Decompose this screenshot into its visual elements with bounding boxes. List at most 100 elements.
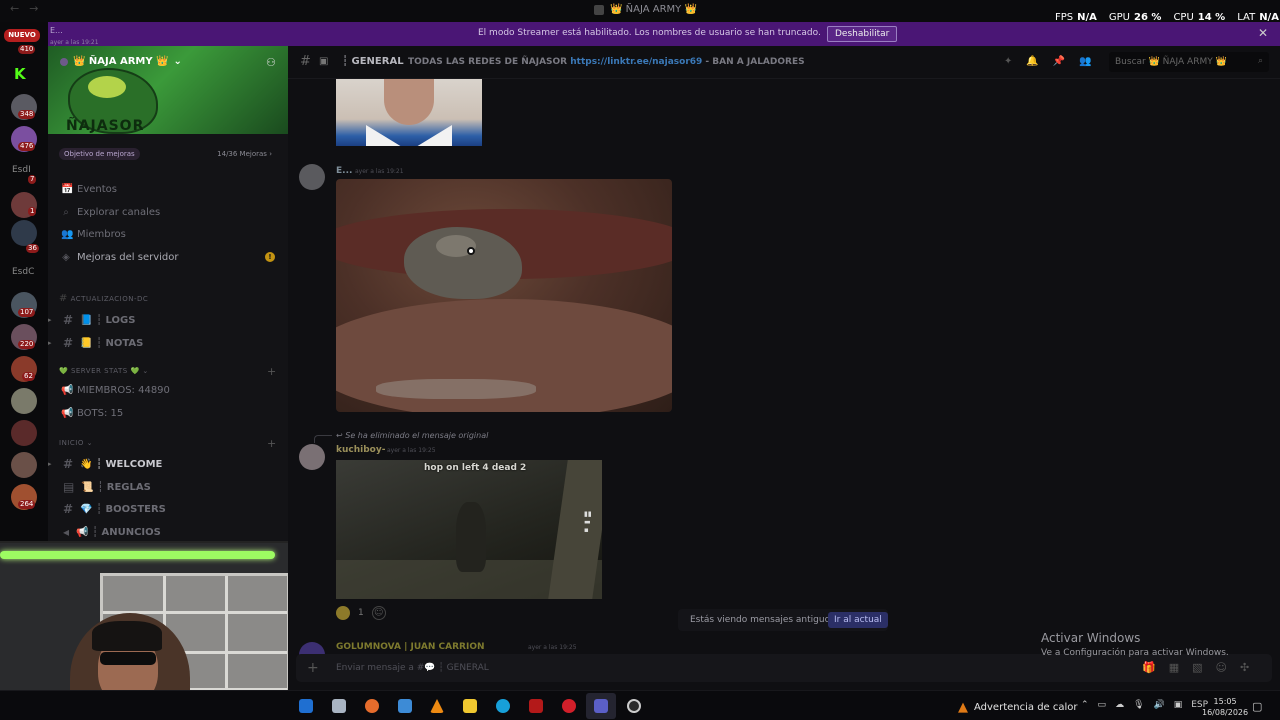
rules-icon: ▤ [63,480,75,494]
network-icon[interactable]: ▣ [1174,700,1183,710]
channel-welcome[interactable]: ▸ # 👋 ┆ WELCOME [48,457,162,471]
pin-icon[interactable]: 📌 [1053,56,1065,67]
chevron-up-icon[interactable]: ⌃ [1081,700,1089,710]
sidebar-item-browse[interactable]: ⌕ Explorar canales [61,207,160,218]
category-server-stats[interactable]: 💚 SERVER STATS 💚 ⌄ [59,367,149,375]
old-messages-text: Estás viendo mensajes antiguos [690,615,835,625]
category-actualizacion[interactable]: # ACTUALIZACION-DC [59,293,148,304]
new-badge[interactable]: NUEVO [4,29,40,42]
megaphone-icon: 📢 [61,408,74,419]
browse-icon: ⌕ [63,207,69,218]
message-author[interactable]: kuchiboy- [336,445,385,455]
sidebar-item-members[interactable]: 👥 Miembros [61,229,126,240]
image-attachment-mouth[interactable] [336,179,672,412]
opera-icon[interactable] [562,699,576,713]
stat-channel-bots[interactable]: 📢 BOTS: 15 [61,408,123,419]
channel-notas[interactable]: ▸ # 📒 ┆ NOTAS [48,336,143,350]
back-arrow-icon[interactable]: ← [10,2,19,15]
bell-icon[interactable]: 🔔 [1026,56,1038,67]
disable-streamer-button[interactable]: Deshabilitar [827,26,898,42]
badge: 476 [18,142,36,151]
hash-icon: # [63,313,74,327]
battery-icon[interactable]: ▭ [1098,700,1107,710]
clock[interactable]: 15:05 16/08/2026 [1202,696,1248,718]
message-author[interactable]: GOLUMNOVA | JUAN CARRION [336,642,485,652]
message-composer[interactable]: + Enviar mensaje a #💬 ┆ GENERAL 🎁 ▦ ▧ ☺ … [296,654,1272,682]
add-channel-icon[interactable]: + [267,365,276,378]
close-icon[interactable]: ✕ [1258,26,1268,40]
add-attachment-icon[interactable]: + [307,660,319,676]
jump-to-present-button[interactable]: Ir al actual [828,612,888,628]
gif-caption: hop on left 4 dead 2 [424,463,527,473]
channel-header: # ▣ ┆ GENERAL TODAS LAS REDES DE ÑAJASOR… [288,46,1280,79]
message-author[interactable]: E... [336,166,352,176]
reaction-emoji-icon[interactable] [336,606,350,620]
boost-goal[interactable]: Objetivo de mejoras 14/36 Mejoras › [56,146,280,162]
file-explorer-icon[interactable] [332,699,346,713]
folder-label[interactable]: EsdC [12,267,34,277]
avatar[interactable] [299,164,325,190]
gift-icon[interactable]: 🎁 [1142,661,1156,674]
server-icon[interactable] [11,420,37,446]
edge-icon[interactable] [496,699,510,713]
image-attachment-portrait[interactable] [336,79,482,146]
threads-icon[interactable]: ✦ [1004,56,1012,67]
channel-anuncios[interactable]: ◂ 📢 ┆ ANUNCIOS [48,525,161,539]
avatar[interactable] [299,444,325,470]
obs-icon[interactable] [627,699,641,713]
members-icon: 👥 [61,229,74,240]
category-inicio[interactable]: INICIO ⌄ [59,439,93,447]
gif-attachment-game[interactable]: ▮▮ ▬ ▪ hop on left 4 dead 2 [336,460,602,599]
emoji-icon[interactable]: ☺ [1216,661,1227,674]
system-tray: ⌃ ▭ ☁ 🎙 🔊 ▣ ESP [1081,700,1208,710]
calendar-icon: 📅 [61,184,74,195]
dota-icon[interactable] [529,699,543,713]
chat-bubble-icon: ▣ [319,56,329,67]
badge: 220 [18,340,36,349]
heat-warning[interactable]: ▲ Advertencia de calor [958,700,1078,715]
add-channel-icon[interactable]: + [267,437,276,450]
microphone-icon[interactable]: 🎙 [1133,700,1144,710]
firefox-icon[interactable] [365,699,379,713]
apps-icon[interactable]: ✣ [1240,661,1249,674]
members-icon[interactable]: 👥 [1079,56,1091,67]
notification-icon[interactable]: ▢ [1252,700,1262,713]
add-reaction-icon[interactable]: ☺ [371,606,386,620]
copilot-icon[interactable] [398,699,412,713]
vlc-icon[interactable] [430,699,444,713]
gif-icon[interactable]: ▦ [1169,661,1179,674]
server-icon[interactable] [11,220,37,246]
channel-logs[interactable]: ▸ # 📘 ┆ LOGS [48,313,135,327]
discord-icon[interactable] [594,699,608,713]
server-header[interactable]: ÑAJASOR 👑 ÑAJA ARMY 👑 ⌄ ⚇ [48,46,288,134]
badge: 264 [18,500,36,509]
invite-icon[interactable]: ⚇ [266,56,276,69]
sidebar-item-events[interactable]: 📅 Eventos [61,184,117,195]
speaker-icon[interactable]: 🔊 [1154,700,1165,710]
kick-server-icon[interactable]: K [14,65,26,83]
activate-windows-watermark: Activar Windows Ve a Configuración para … [1041,631,1229,658]
server-icon[interactable] [11,388,37,414]
topic-link[interactable]: https://linktr.ee/najasor69 [570,57,702,67]
channel-reglas[interactable]: ▤ 📜 ┆ REGLAS [48,480,151,494]
forward-arrow-icon[interactable]: → [29,2,38,15]
stat-channel-members[interactable]: 📢 MIEMBROS: 44890 [61,385,170,396]
channel-boosters[interactable]: # 💎 ┆ BOOSTERS [48,502,166,516]
search-input[interactable]: Buscar 👑 ÑAJA ARMY 👑 ⌕ [1109,52,1269,72]
boost-goal-count: 14/36 Mejoras › [217,150,272,158]
folder-label[interactable]: EsdI [12,165,31,175]
badge: 36 [26,244,39,253]
screen: ← → 👑 ÑAJA ARMY 👑 FPS N/A GPU 26 % CPU 14 %… [0,0,1280,720]
boost-goal-label: Objetivo de mejoras [59,148,140,160]
outlook-icon[interactable] [299,699,313,713]
sticker-icon[interactable]: ▧ [1192,661,1202,674]
server-name[interactable]: 👑 ÑAJA ARMY 👑 ⌄ [60,56,182,67]
taskbar: ▲ Advertencia de calor ⌃ ▭ ☁ 🎙 🔊 ▣ ESP 1… [0,690,1280,720]
server-banner-art [88,76,126,98]
hash-icon: # [300,54,311,69]
server-icon[interactable] [11,452,37,478]
cloud-icon[interactable]: ☁ [1115,700,1124,710]
sidebar-item-boosts[interactable]: ◈ Mejoras del servidor [61,252,178,263]
search-icon: ⌕ [1257,56,1263,66]
store-icon[interactable] [463,699,477,713]
